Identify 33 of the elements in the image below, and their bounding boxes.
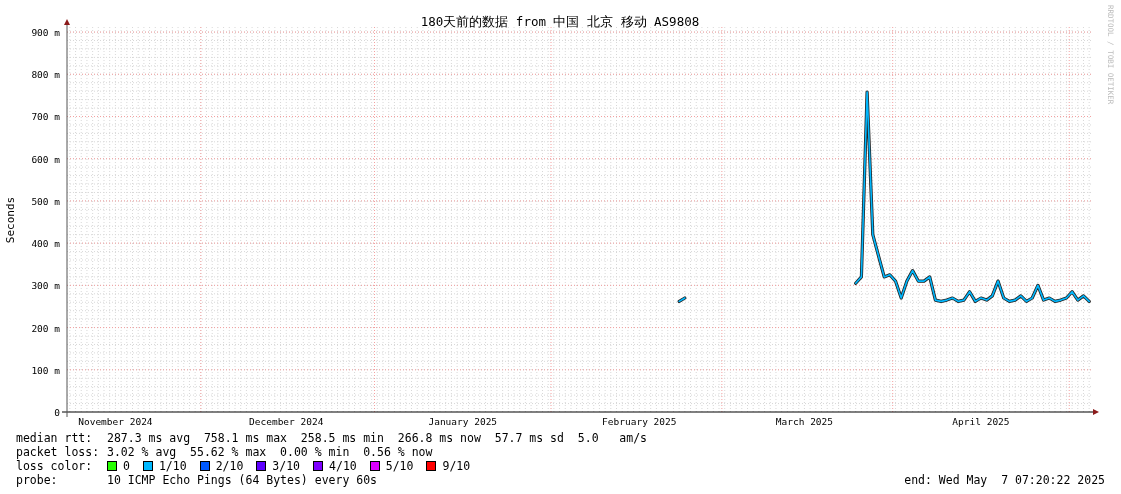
tick-label: December 2024 — [249, 416, 324, 427]
legend-item: 0 — [123, 459, 130, 473]
loss-stats: 3.02 % avg 55.62 % max 0.00 % min 0.56 % now — [107, 445, 433, 459]
tick-label: 800 m — [31, 69, 60, 81]
legend-label: median rtt: — [16, 431, 94, 445]
tick-label: March 2025 — [775, 416, 834, 427]
chart-title: 180天前的数据 from 中国 北京 移动 AS9808 — [420, 14, 700, 29]
tick-label: November 2024 — [78, 416, 153, 427]
legend-item: 2/10 — [215, 459, 244, 473]
tick-label: 0 — [54, 407, 60, 418]
tick-label: 400 m — [31, 238, 60, 250]
tick-label: 600 m — [31, 153, 60, 165]
axis-label: Seconds — [4, 196, 17, 244]
legend-item: 3/10 — [272, 459, 301, 473]
tick-label: April 2025 — [952, 416, 1010, 427]
legend-label: packet loss: — [16, 445, 101, 459]
tick-label: 100 m — [31, 364, 60, 376]
end-time: end: Wed May 7 07:20:22 2025 — [904, 473, 1105, 487]
legend-item: 5/10 — [385, 459, 414, 473]
legend-label: probe: — [16, 473, 59, 487]
rtt-stats: 287.3 ms avg 758.1 ms max 258.5 ms min 266.8 ms now 57.7 ms sd 5.0 am/s — [107, 431, 648, 445]
legend-label: loss color: — [16, 459, 94, 473]
tick-label: 700 m — [31, 111, 60, 123]
tick-label: January 2025 — [428, 416, 498, 427]
tick-label: 900 m — [31, 27, 60, 39]
tick-label: February 2025 — [602, 416, 677, 427]
tick-label: 300 m — [31, 280, 60, 292]
legend-item: 1/10 — [158, 459, 187, 473]
probe-text: 10 ICMP Echo Pings (64 Bytes) every 60s — [107, 473, 378, 487]
tick-label: 200 m — [31, 322, 60, 334]
legend-item: 4/10 — [329, 459, 357, 473]
tick-label: 500 m — [31, 195, 60, 207]
legend-item: 9/10 — [442, 459, 471, 473]
